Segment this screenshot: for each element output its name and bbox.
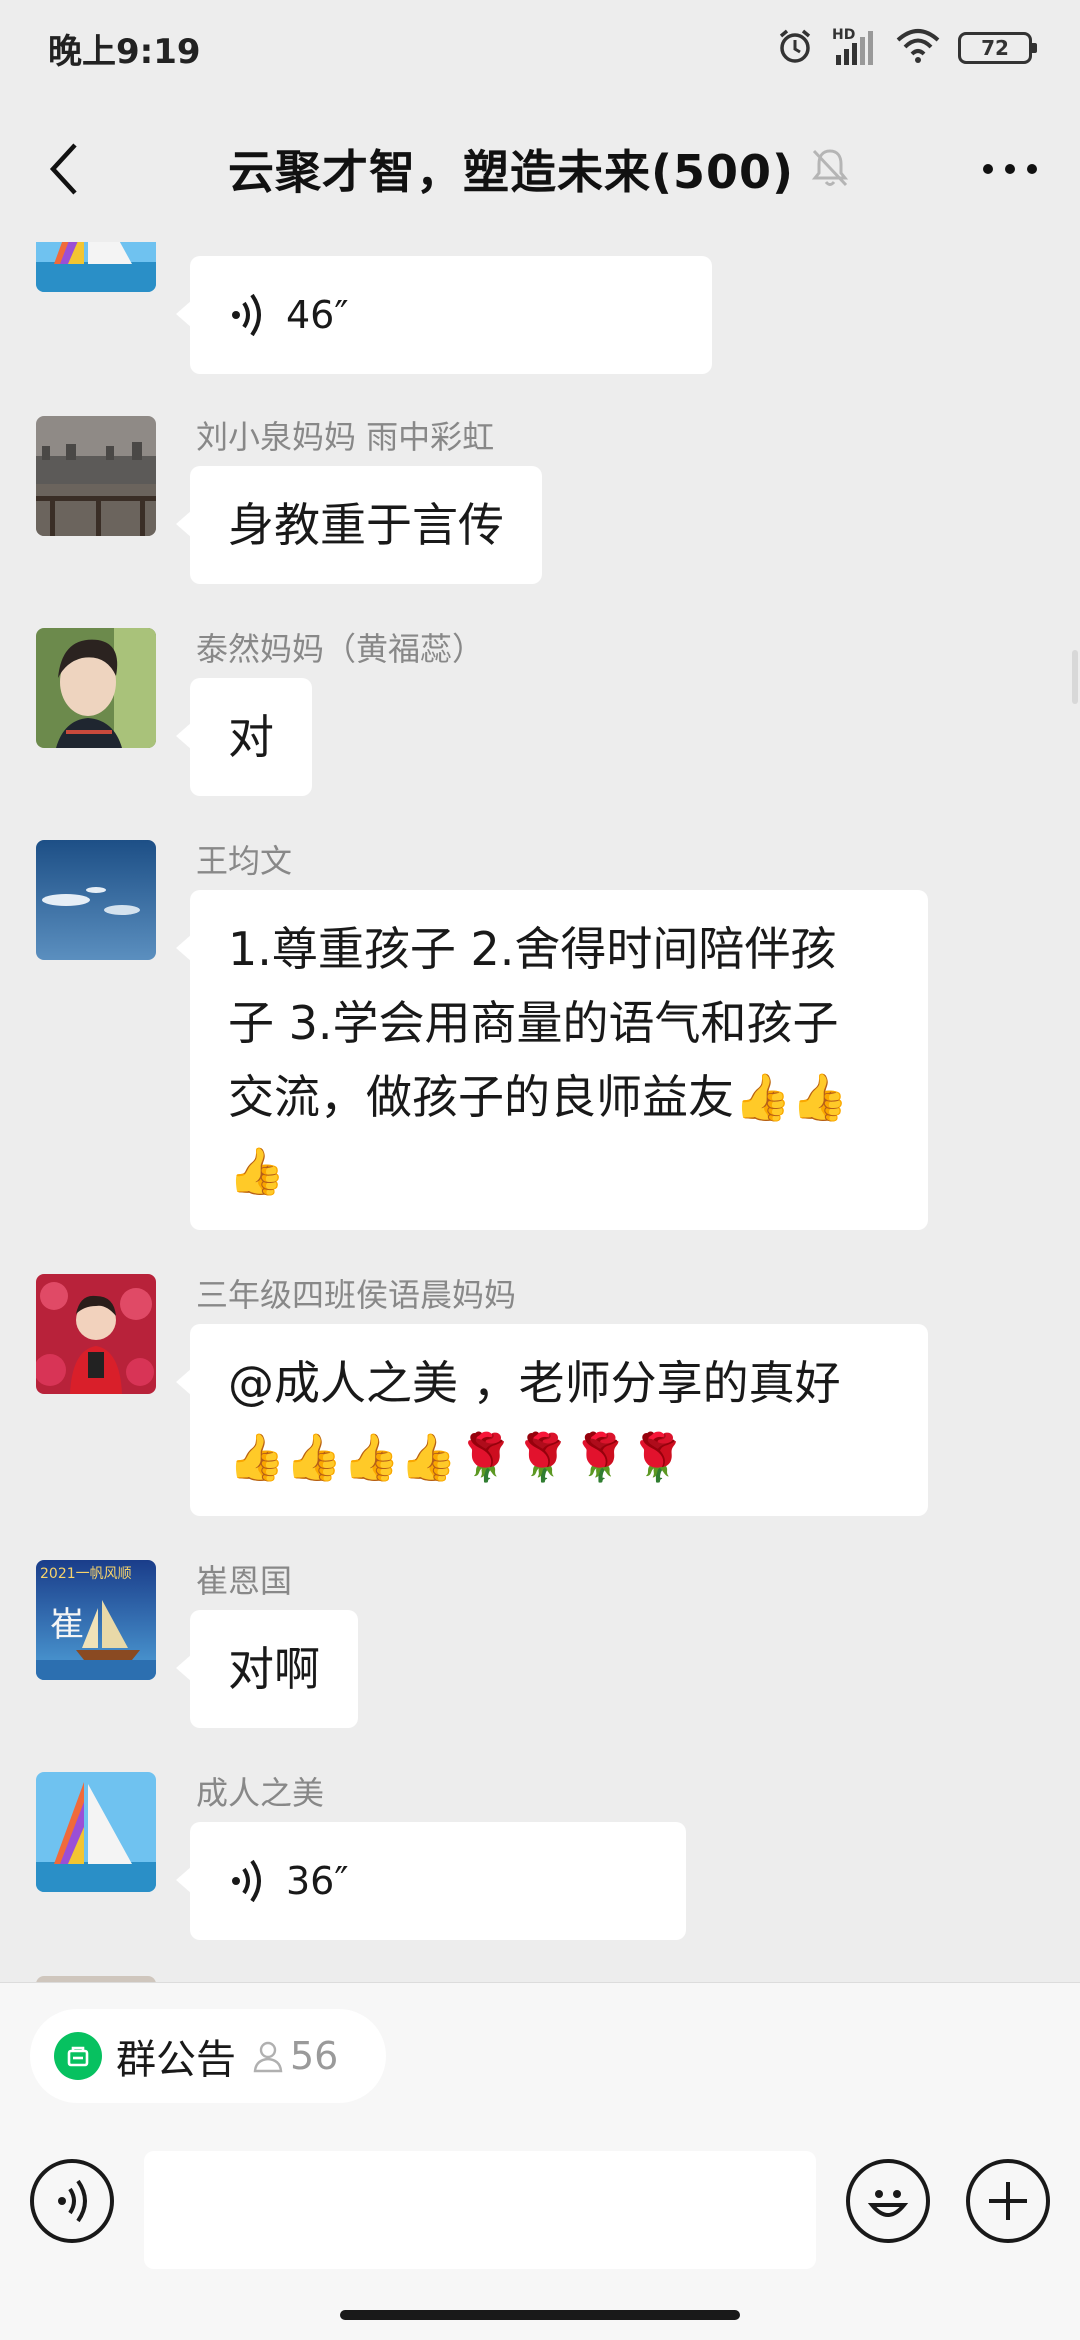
avatar[interactable] [36, 242, 156, 292]
thumbs-up-emoji: 👍 [285, 1430, 343, 1484]
mute-bell-icon [808, 145, 852, 193]
message-emoji-line: 👍 [228, 1134, 890, 1208]
scrollbar[interactable] [1072, 650, 1078, 704]
sender-name: 成人之美 [196, 1774, 325, 1812]
sender-name: 崔恩国 [196, 1562, 293, 1600]
status-bar: 晚上9:19 HD 72 [0, 0, 1080, 96]
bottom-panel: 群公告 56 [0, 1982, 1080, 2340]
thumbs-up-emoji: 👍 [342, 1430, 400, 1484]
avatar-glyph: 崔 [50, 1605, 84, 1645]
thumbs-up-emoji: 👍 [734, 1070, 792, 1124]
more-actions-button[interactable] [966, 2159, 1050, 2243]
message-line: 子 3.学会用商量的语气和孩子 [228, 996, 839, 1050]
message-line: 交流，做孩子的良师益友 [228, 1070, 734, 1124]
wifi-icon [896, 28, 940, 68]
notice-count-value: 56 [290, 2034, 339, 2078]
ship-avatar-icon: 2021一帆风顺 崔 [36, 1560, 156, 1680]
group-notice-button[interactable]: 群公告 56 [30, 2009, 386, 2103]
sender-name: 三年级四班侯语晨妈妈 [196, 1276, 517, 1314]
avatar-caption: 2021一帆风顺 [40, 1566, 132, 1582]
sailboat-avatar-icon [36, 242, 156, 292]
plus-icon [989, 2182, 1027, 2220]
message-line: 1.尊重孩子 2.舍得时间陪伴孩 [228, 922, 837, 976]
page-title: 云聚才智，塑造未来(500) [227, 145, 795, 199]
text-message[interactable]: 对 [176, 678, 312, 796]
thumbs-up-emoji: 👍 [791, 1070, 849, 1124]
voice-message[interactable]: 36″ [176, 1822, 686, 1940]
title-group: 云聚才智，塑造未来(500) [0, 96, 1080, 242]
chat-screen: 晚上9:19 HD 72 云聚才智，塑造未来(500) 46″ 刘小泉妈妈 雨中… [0, 0, 1080, 2340]
person-icon [253, 2041, 283, 2073]
voice-duration: 36″ [286, 1859, 349, 1903]
text-message[interactable]: 1.尊重孩子 2.舍得时间陪伴孩 子 3.学会用商量的语气和孩子 交流，做孩子的… [176, 890, 928, 1230]
home-indicator[interactable] [340, 2310, 740, 2320]
rose-emoji: 🌹 [571, 1430, 629, 1484]
sender-name: 泰然妈妈（黄福蕊） [196, 630, 485, 668]
text-message[interactable]: 对啊 [176, 1610, 358, 1728]
message-line-with-emoji: 交流，做孩子的良师益友👍👍 [228, 1060, 890, 1134]
thumbs-up-emoji: 👍 [399, 1430, 458, 1484]
lake-avatar-icon [36, 416, 156, 536]
message-text: 身教重于言传 [228, 498, 504, 552]
avatar[interactable] [36, 628, 156, 748]
message-input[interactable] [144, 2151, 816, 2269]
rose-emoji: 🌹 [628, 1430, 687, 1484]
portrait-avatar-icon [36, 628, 156, 748]
rose-emoji: 🌹 [457, 1430, 515, 1484]
avatar[interactable] [36, 1274, 156, 1394]
message-text: @成人之美 ，老师分享的真好 [228, 1356, 841, 1410]
avatar[interactable] [36, 840, 156, 960]
rose-emoji: 🌹 [514, 1430, 572, 1484]
more-button[interactable] [970, 134, 1050, 204]
title-bar: 云聚才智，塑造未来(500) [0, 96, 1080, 242]
voice-duration: 46″ [286, 293, 349, 337]
voice-input-button[interactable] [30, 2159, 114, 2243]
sailboat-avatar-icon [36, 1772, 156, 1892]
message-emoji-line: 👍👍👍👍🌹🌹🌹🌹 [228, 1420, 890, 1494]
sender-name: 王均文 [196, 842, 293, 880]
signal-icon: HD [832, 27, 878, 67]
sky-avatar-icon [36, 840, 156, 960]
thumbs-up-emoji: 👍 [228, 1144, 286, 1198]
avatar[interactable] [36, 1772, 156, 1892]
battery-icon: 72 [958, 32, 1037, 64]
status-icons: HD 72 [776, 27, 1037, 69]
voice-message[interactable]: 46″ [176, 256, 712, 374]
input-bar [0, 2151, 1080, 2281]
text-message[interactable]: @成人之美 ，老师分享的真好 👍👍👍👍🌹🌹🌹🌹 [176, 1324, 928, 1516]
sender-name: 刘小泉妈妈 雨中彩虹 [196, 418, 495, 456]
voice-wave-icon [58, 2179, 87, 2223]
message-list[interactable]: 46″ 刘小泉妈妈 雨中彩虹 身教重于言传 泰然妈妈（黄福蕊） 对 王均文 1.… [0, 242, 1080, 1982]
notice-label: 群公告 [116, 2037, 236, 2083]
emoji-button[interactable] [846, 2159, 930, 2243]
notice-icon [54, 2032, 102, 2080]
notice-count: 56 [250, 2034, 338, 2078]
voice-wave-icon [232, 293, 261, 337]
message-text: 对 [228, 710, 274, 764]
text-message[interactable]: 身教重于言传 [176, 466, 542, 584]
status-time: 晚上9:19 [48, 31, 201, 72]
avatar[interactable]: 2021一帆风顺 崔 [36, 1560, 156, 1680]
more-dots-icon [983, 164, 1037, 174]
avatar[interactable] [36, 416, 156, 536]
smiley-icon [867, 2190, 909, 2217]
girl-avatar-icon [36, 1274, 156, 1394]
alarm-icon [776, 27, 814, 69]
thumbs-up-emoji: 👍 [228, 1430, 286, 1484]
message-text: 对啊 [228, 1642, 320, 1696]
voice-wave-icon [232, 1859, 261, 1903]
